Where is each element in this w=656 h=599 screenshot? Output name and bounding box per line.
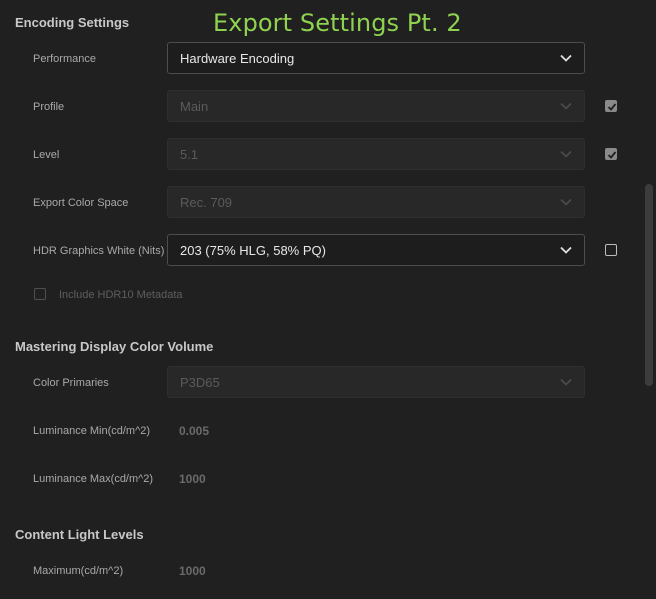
luminance-max-label: Luminance Max(cd/m^2)	[33, 473, 154, 485]
include-hdr10-checkbox[interactable]	[34, 288, 46, 300]
include-hdr10-label: Include HDR10 Metadata	[59, 289, 183, 301]
performance-label: Performance	[33, 53, 96, 65]
chevron-down-icon	[560, 378, 572, 386]
color-primaries-select[interactable]: P3D65	[167, 366, 585, 398]
chevron-down-icon	[560, 246, 572, 254]
scrollbar-thumb[interactable]	[645, 184, 653, 386]
level-select[interactable]: 5.1	[167, 138, 585, 170]
hdr-graphics-white-select[interactable]: 203 (75% HLG, 58% PQ)	[167, 234, 585, 266]
level-checkbox[interactable]	[605, 148, 617, 160]
export-color-space-value: Rec. 709	[180, 194, 233, 210]
hdr-graphics-white-checkbox[interactable]	[605, 244, 617, 256]
chevron-down-icon	[560, 198, 572, 206]
color-primaries-label: Color Primaries	[33, 377, 109, 389]
luminance-min-label: Luminance Min(cd/m^2)	[33, 425, 151, 437]
profile-label: Profile	[33, 101, 65, 113]
luminance-max-value: 1000	[179, 472, 206, 486]
export-color-space-label: Export Color Space	[33, 197, 129, 209]
chevron-down-icon	[560, 54, 572, 62]
hdr-graphics-white-label: HDR Graphics White (Nits)	[33, 245, 165, 257]
level-value: 5.1	[180, 146, 199, 162]
chevron-down-icon	[560, 102, 572, 110]
hdr-graphics-white-value: 203 (75% HLG, 58% PQ)	[180, 242, 326, 258]
profile-value: Main	[180, 98, 209, 114]
section-title-mastering: Mastering Display Color Volume	[15, 339, 214, 354]
chevron-down-icon	[560, 150, 572, 158]
checkmark-icon	[607, 151, 617, 159]
section-title-content-light: Content Light Levels	[15, 527, 144, 542]
maximum-label: Maximum(cd/m^2)	[33, 565, 124, 577]
export-color-space-select[interactable]: Rec. 709	[167, 186, 585, 218]
maximum-value: 1000	[179, 564, 206, 578]
checkmark-icon	[607, 103, 617, 111]
luminance-min-value: 0.005	[179, 424, 210, 438]
profile-select[interactable]: Main	[167, 90, 585, 122]
profile-checkbox[interactable]	[605, 100, 617, 112]
performance-select[interactable]: Hardware Encoding	[167, 42, 585, 74]
performance-value: Hardware Encoding	[180, 50, 295, 66]
section-title-encoding: Encoding Settings	[15, 15, 130, 30]
color-primaries-value: P3D65	[180, 374, 220, 390]
overlay-title: Export Settings Pt. 2	[213, 9, 462, 37]
level-label: Level	[33, 149, 60, 161]
